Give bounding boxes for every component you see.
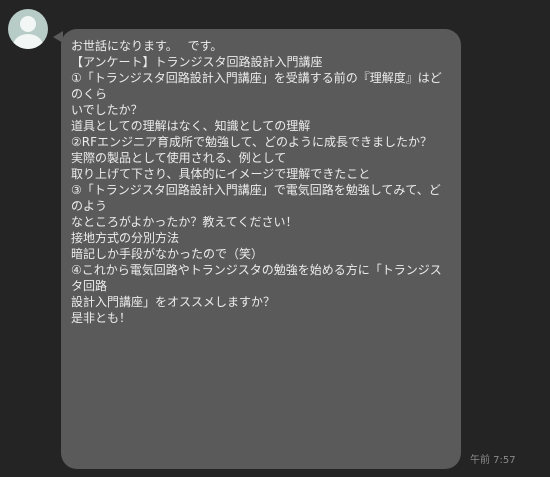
message-line: 実際の製品として使用される、例として bbox=[71, 151, 287, 165]
message-line: 暗記しか手段がなかったので（笑） bbox=[71, 247, 264, 261]
avatar-head-shape bbox=[20, 16, 36, 32]
message-line: ②RFエンジニア育成所で勉強して、どのように成長できましたか？ bbox=[71, 135, 433, 149]
message-line: お世話になります。 です。 bbox=[71, 39, 223, 53]
avatar-body-shape bbox=[13, 34, 43, 49]
message-line: ①「トランジスタ回路設計入門講座」を受講する前の『理解度』はどのくら bbox=[71, 71, 442, 101]
message-line: いでしたか？ bbox=[71, 103, 143, 117]
message-line: 是非とも！ bbox=[71, 311, 132, 325]
message-line: なところがよかったか？教えてください！ bbox=[71, 215, 298, 229]
message-bubble[interactable]: お世話になります。 です。 【アンケート】トランジスタ回路設計入門講座 ①「トラ… bbox=[61, 29, 461, 469]
message-line: ④これから電気回路やトランジスタの勉強を始める方に「トランジスタ回路 bbox=[71, 263, 442, 293]
message-timestamp: 午前 7:57 bbox=[470, 455, 516, 466]
user-avatar-icon[interactable] bbox=[8, 9, 48, 49]
message-line: 道具としての理解はなく、知識としての理解 bbox=[71, 119, 311, 133]
message-line: 【アンケート】トランジスタ回路設計入門講座 bbox=[71, 55, 323, 69]
message-line: 取り上げて下さり、具体的にイメージで理解できたこと bbox=[71, 167, 371, 181]
message-line: 接地方式の分別方法 bbox=[71, 231, 180, 245]
message-line: 設計入門講座」をオススメしますか？ bbox=[71, 295, 276, 309]
message-line: ③「トランジスタ回路設計入門講座」で電気回路を勉強してみて、どのよう bbox=[71, 183, 441, 213]
